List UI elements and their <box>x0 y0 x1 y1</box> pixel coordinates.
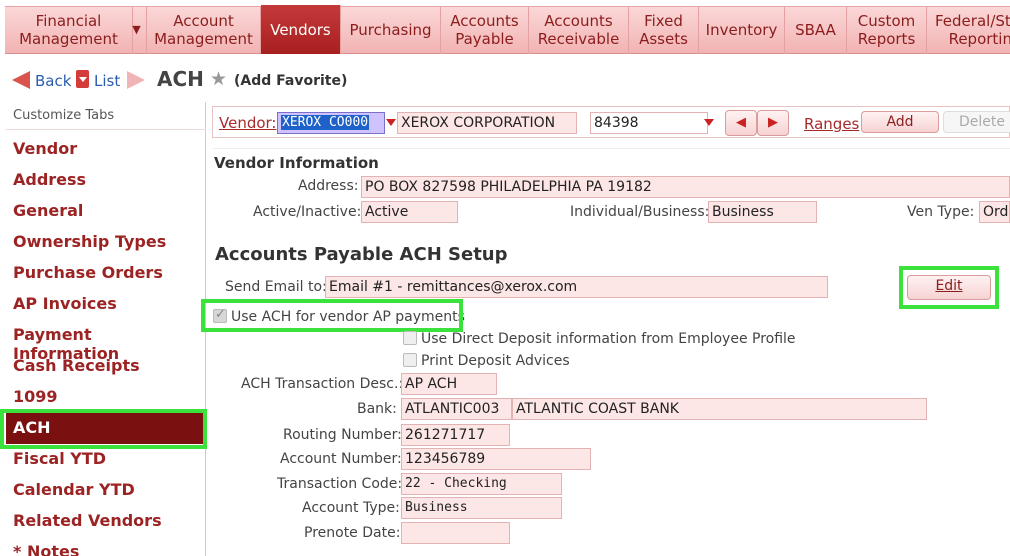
vendor-number-dropdown-icon[interactable] <box>704 119 714 126</box>
transaction-code-field: 22 - Checking <box>401 473 562 495</box>
vendor-number-select[interactable]: 84398 <box>590 112 708 134</box>
vendor-code-value: XEROX CO000 <box>281 115 370 130</box>
transaction-code-label: Transaction Code: <box>277 476 403 492</box>
sidebar-item-general[interactable]: General <box>6 196 206 227</box>
tab-account-management[interactable]: Account Management <box>147 6 261 54</box>
routing-number-field: 261271717 <box>401 424 510 446</box>
tab-sbaa[interactable]: SBAA <box>785 6 847 54</box>
prenote-date-field <box>401 522 510 544</box>
send-email-label: Send Email to: <box>225 279 327 295</box>
sidebar-item-cash-receipts[interactable]: Cash Receipts <box>6 351 206 382</box>
highlight-use-ach <box>201 299 463 332</box>
ranges-link[interactable]: Ranges <box>804 115 859 133</box>
tab-custom-reports[interactable]: Custom Reports <box>847 6 927 54</box>
next-vendor-button[interactable]: ▶ <box>757 110 789 136</box>
individual-business-field: Business <box>708 201 817 223</box>
bank-name-field: ATLANTIC COAST BANK <box>512 398 927 420</box>
previous-vendor-button[interactable]: ◀ <box>725 110 757 136</box>
top-navigation: Financial Management ▼ Account Managemen… <box>0 0 1010 58</box>
back-link[interactable]: Back <box>35 72 71 90</box>
vendor-label-link[interactable]: Vendor: <box>219 114 277 132</box>
direct-deposit-label: Use Direct Deposit information from Empl… <box>421 331 796 347</box>
print-advices-label: Print Deposit Advices <box>421 353 570 369</box>
prenote-date-label: Prenote Date: <box>304 525 401 541</box>
highlight-ach-tab <box>0 409 207 449</box>
tab-vendors[interactable]: Vendors <box>261 5 341 54</box>
vendor-information-title: Vendor Information <box>214 154 379 172</box>
sidebar-item-purchase-orders[interactable]: Purchase Orders <box>6 258 206 289</box>
highlight-edit-button <box>899 266 999 309</box>
tab-fixed-assets[interactable]: Fixed Assets <box>629 6 699 54</box>
sidebar: Customize Tabs Vendor Address General Ow… <box>6 102 206 556</box>
tab-purchasing[interactable]: Purchasing <box>341 6 441 54</box>
active-inactive-field: Active <box>361 201 458 223</box>
chevron-right-icon: ▶ <box>768 115 778 130</box>
bank-code-field: ATLANTIC003 <box>401 398 512 420</box>
tab-federal-state-reporting[interactable]: Federal/State Reporting <box>927 6 1010 54</box>
add-favorite-link[interactable]: (Add Favorite) <box>234 73 347 89</box>
account-type-label: Account Type: <box>302 500 400 516</box>
forward-arrow-icon[interactable] <box>127 71 145 89</box>
sidebar-item-payment-information[interactable]: Payment Information <box>6 320 206 363</box>
sidebar-item-vendor[interactable]: Vendor <box>6 134 206 165</box>
tab-accounts-receivable[interactable]: Accounts Receivable <box>529 6 629 54</box>
vendor-name-field: XEROX CORPORATION <box>397 112 577 134</box>
list-link[interactable]: List <box>94 72 120 90</box>
account-number-field: 123456789 <box>401 448 591 470</box>
address-label: Address: <box>298 178 359 194</box>
vendor-type-field: Orde <box>979 201 1010 223</box>
routing-number-label: Routing Number: <box>283 427 402 443</box>
list-dropdown-icon[interactable] <box>76 70 89 88</box>
back-arrow-icon[interactable] <box>12 71 30 89</box>
vendor-dropdown-icon[interactable] <box>386 119 396 126</box>
sidebar-item-calendar-ytd[interactable]: Calendar YTD <box>6 475 206 506</box>
direct-deposit-checkbox[interactable] <box>403 331 417 345</box>
vendor-code-input[interactable]: XEROX CO000 <box>277 112 385 134</box>
account-type-field: Business <box>401 497 562 519</box>
title-row: Back List ACH ★ (Add Favorite) <box>0 62 1010 98</box>
tab-accounts-payable[interactable]: Accounts Payable <box>441 6 529 54</box>
tab-financial-management[interactable]: Financial Management <box>5 6 133 54</box>
financial-management-dropdown[interactable]: ▼ <box>127 6 147 54</box>
individual-business-label: Individual/Business: <box>570 204 710 220</box>
ach-transaction-desc-label: ACH Transaction Desc.: <box>241 376 404 392</box>
bank-label: Bank: <box>357 401 397 417</box>
sidebar-item-related-vendors[interactable]: Related Vendors <box>6 506 206 537</box>
main-panel: Vendor: XEROX CO000 XEROX CORPORATION 84… <box>201 102 1010 556</box>
star-icon[interactable]: ★ <box>210 68 227 90</box>
delete-button[interactable]: Delete <box>943 111 1010 133</box>
ach-setup-title: Accounts Payable ACH Setup <box>215 244 508 265</box>
chevron-down-icon: ▼ <box>132 23 141 36</box>
print-advices-checkbox[interactable] <box>403 353 417 367</box>
tab-federal-state-reporting-label: Federal/State Reporting <box>935 12 1010 48</box>
active-inactive-label: Active/Inactive: <box>253 204 362 220</box>
add-button[interactable]: Add <box>861 111 939 133</box>
address-field: PO BOX 827598 PHILADELPHIA PA 19182 <box>361 176 1010 198</box>
ach-transaction-desc-field: AP ACH <box>401 373 497 395</box>
sidebar-item-ownership-types[interactable]: Ownership Types <box>6 227 206 258</box>
send-email-field: Email #1 - remittances@xerox.com <box>325 276 828 298</box>
sidebar-item-notes[interactable]: * Notes <box>6 537 206 556</box>
sidebar-item-ap-invoices[interactable]: AP Invoices <box>6 289 206 320</box>
tab-inventory[interactable]: Inventory <box>699 6 785 54</box>
sidebar-item-address[interactable]: Address <box>6 165 206 196</box>
customize-tabs-link[interactable]: Customize Tabs <box>6 102 206 130</box>
account-number-label: Account Number: <box>280 451 402 467</box>
chevron-left-icon: ◀ <box>736 115 746 130</box>
page-title: ACH <box>157 67 204 91</box>
vendor-type-label: Ven Type: <box>907 204 975 220</box>
